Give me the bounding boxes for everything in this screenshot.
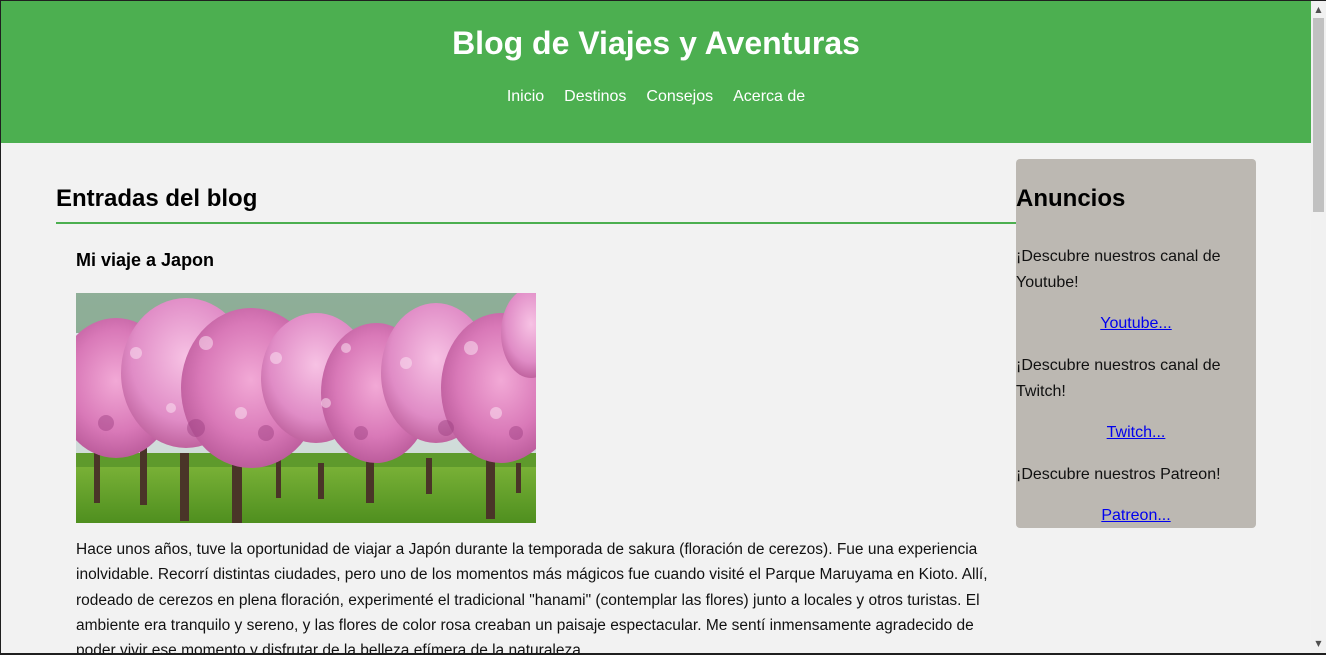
scroll-down-arrow-icon[interactable]: ▼ bbox=[1311, 637, 1326, 651]
ad-text-youtube: ¡Descubre nuestros canal de Youtube! bbox=[1016, 248, 1221, 291]
scrollbar-thumb[interactable] bbox=[1313, 18, 1324, 212]
ad-link-patreon[interactable]: Patreon... bbox=[1016, 506, 1256, 526]
nav-link-consejos[interactable]: Consejos bbox=[646, 87, 713, 107]
vertical-scrollbar[interactable]: ▲ ▼ bbox=[1311, 1, 1326, 653]
nav-link-destinos[interactable]: Destinos bbox=[564, 87, 626, 107]
ads-sidebar: Anuncios ¡Descubre nuestros canal de You… bbox=[1016, 159, 1256, 528]
main-nav: Inicio Destinos Consejos Acerca de bbox=[1, 87, 1311, 107]
post-body-text: Hace unos años, tuve la oportunidad de v… bbox=[76, 541, 988, 653]
ads-heading: Anuncios bbox=[1016, 185, 1126, 212]
nav-link-acerca-de[interactable]: Acerca de bbox=[733, 87, 805, 107]
post-image bbox=[76, 293, 536, 523]
site-header: Blog de Viajes y Aventuras Inicio Destin… bbox=[1, 1, 1311, 143]
site-title: Blog de Viajes y Aventuras bbox=[452, 25, 860, 61]
scroll-up-arrow-icon[interactable]: ▲ bbox=[1311, 3, 1326, 17]
post-title: Mi viaje a Japon bbox=[76, 250, 215, 270]
ad-text-patreon: ¡Descubre nuestros Patreon! bbox=[1016, 466, 1221, 483]
browser-viewport: Blog de Viajes y Aventuras Inicio Destin… bbox=[1, 1, 1311, 653]
ad-link-youtube[interactable]: Youtube... bbox=[1016, 314, 1256, 334]
nav-link-inicio[interactable]: Inicio bbox=[507, 87, 544, 107]
blog-section-heading: Entradas del blog bbox=[56, 185, 258, 212]
ad-text-twitch: ¡Descubre nuestros canal de Twitch! bbox=[1016, 357, 1221, 400]
ad-link-twitch[interactable]: Twitch... bbox=[1016, 423, 1256, 443]
